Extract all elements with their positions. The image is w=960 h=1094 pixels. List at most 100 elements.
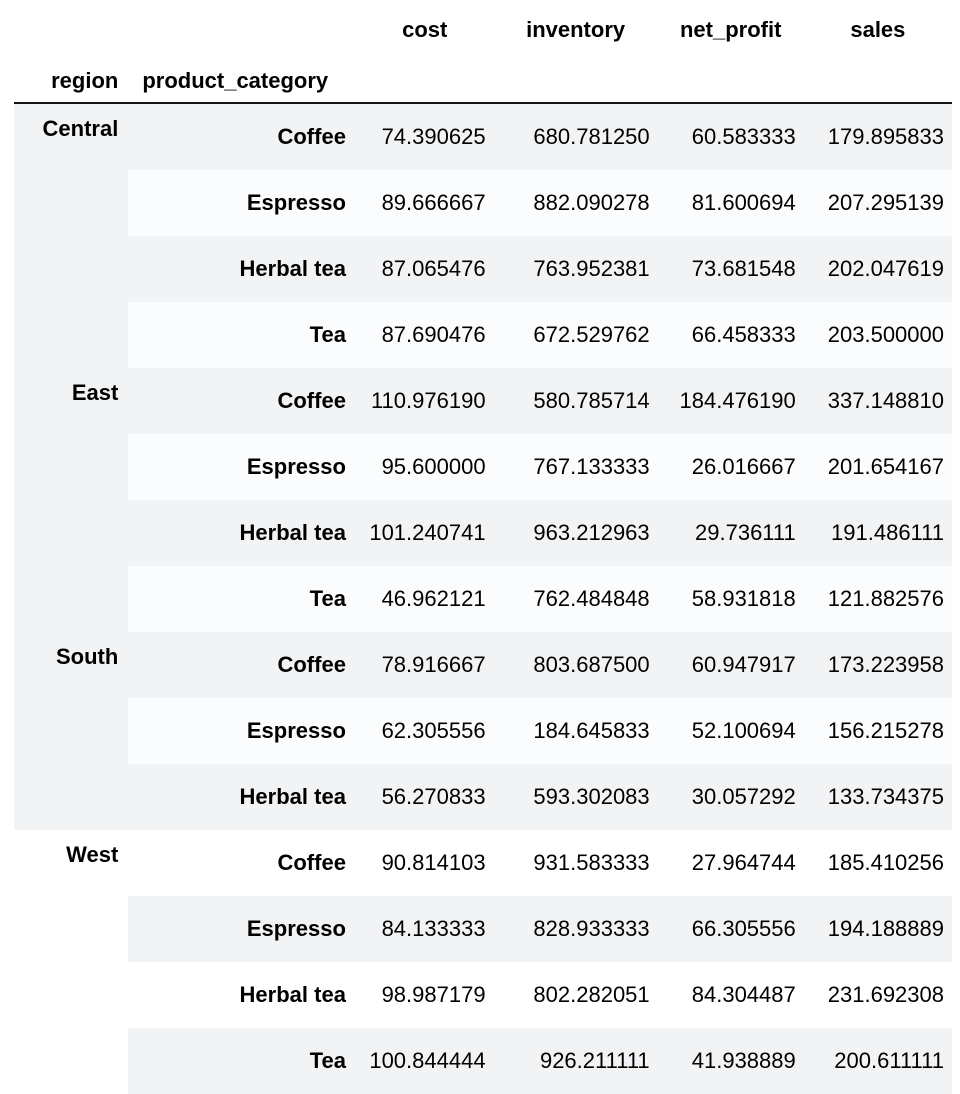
row-index-region: [14, 170, 129, 236]
header-corner-region: [14, 0, 129, 60]
index-header-spacer-sales: [803, 60, 952, 104]
cell-sales: 200.611111: [803, 1028, 952, 1094]
cell-net-profit: 30.057292: [657, 764, 804, 830]
cell-net-profit: 184.476190: [657, 368, 804, 434]
cell-inventory: 828.933333: [493, 896, 658, 962]
cell-net-profit: 60.947917: [657, 632, 804, 698]
cell-net-profit: 52.100694: [657, 698, 804, 764]
cell-inventory: 580.785714: [493, 368, 658, 434]
cell-net-profit: 73.681548: [657, 236, 804, 302]
cell-inventory: 672.529762: [493, 302, 658, 368]
table-row: West Coffee 90.814103 931.583333 27.964744 18…: [14, 830, 952, 896]
cell-cost: 84.133333: [355, 896, 494, 962]
cell-inventory: 762.484848: [493, 566, 658, 632]
cell-inventory: 184.645833: [493, 698, 658, 764]
cell-sales: 194.188889: [803, 896, 952, 962]
cell-net-profit: 29.736111: [657, 500, 804, 566]
table-row: Herbal tea 101.240741 963.212963 29.736111 1…: [14, 500, 952, 566]
column-header-inventory[interactable]: inventory: [493, 0, 658, 60]
cell-net-profit: 27.964744: [657, 830, 804, 896]
cell-cost: 101.240741: [355, 500, 494, 566]
cell-sales: 121.882576: [803, 566, 952, 632]
cell-sales: 179.895833: [803, 103, 952, 170]
cell-net-profit: 66.305556: [657, 896, 804, 962]
cell-net-profit: 81.600694: [657, 170, 804, 236]
row-index-region: [14, 764, 129, 830]
row-index-region: [14, 698, 129, 764]
cell-sales: 203.500000: [803, 302, 952, 368]
cell-net-profit: 84.304487: [657, 962, 804, 1028]
cell-cost: 87.065476: [355, 236, 494, 302]
row-index-product-category: Herbal tea: [128, 236, 356, 302]
cell-cost: 95.600000: [355, 434, 494, 500]
cell-cost: 90.814103: [355, 830, 494, 896]
row-index-product-category: Espresso: [128, 170, 356, 236]
cell-cost: 62.305556: [355, 698, 494, 764]
column-header-sales[interactable]: sales: [803, 0, 952, 60]
row-index-region: [14, 236, 129, 302]
cell-net-profit: 41.938889: [657, 1028, 804, 1094]
cell-cost: 46.962121: [355, 566, 494, 632]
index-header-spacer-cost: [355, 60, 494, 104]
row-index-region: [14, 434, 129, 500]
row-index-product-category: Espresso: [128, 698, 356, 764]
row-index-region: [14, 962, 129, 1028]
row-index-product-category: Coffee: [128, 103, 356, 170]
index-header-spacer-inventory: [493, 60, 658, 104]
cell-cost: 89.666667: [355, 170, 494, 236]
row-index-product-category: Coffee: [128, 830, 356, 896]
row-index-product-category: Coffee: [128, 368, 356, 434]
cell-inventory: 803.687500: [493, 632, 658, 698]
table-row: Espresso 95.600000 767.133333 26.016667 201.…: [14, 434, 952, 500]
cell-sales: 207.295139: [803, 170, 952, 236]
header-row-measures: cost inventory net_profit sales: [14, 0, 952, 60]
cell-cost: 98.987179: [355, 962, 494, 1028]
row-index-product-category: Herbal tea: [128, 500, 356, 566]
cell-net-profit: 60.583333: [657, 103, 804, 170]
cell-inventory: 802.282051: [493, 962, 658, 1028]
table-row: Tea 87.690476 672.529762 66.458333 203.50000…: [14, 302, 952, 368]
table-row: Espresso 84.133333 828.933333 66.305556 194.…: [14, 896, 952, 962]
table-row: Espresso 89.666667 882.090278 81.600694 207.…: [14, 170, 952, 236]
row-index-region: South: [14, 632, 129, 698]
header-corner-product-category: [128, 0, 356, 60]
row-index-region: [14, 566, 129, 632]
cell-cost: 100.844444: [355, 1028, 494, 1094]
row-index-product-category: Tea: [128, 566, 356, 632]
column-header-cost[interactable]: cost: [355, 0, 494, 60]
cell-inventory: 767.133333: [493, 434, 658, 500]
row-index-product-category: Coffee: [128, 632, 356, 698]
column-header-net-profit[interactable]: net_profit: [657, 0, 804, 60]
cell-sales: 202.047619: [803, 236, 952, 302]
cell-inventory: 926.211111: [493, 1028, 658, 1094]
cell-sales: 191.486111: [803, 500, 952, 566]
row-index-region: [14, 302, 129, 368]
dataframe-container: cost inventory net_profit sales region p…: [0, 0, 960, 1094]
cell-cost: 74.390625: [355, 103, 494, 170]
cell-inventory: 763.952381: [493, 236, 658, 302]
cell-inventory: 882.090278: [493, 170, 658, 236]
cell-net-profit: 26.016667: [657, 434, 804, 500]
cell-net-profit: 58.931818: [657, 566, 804, 632]
row-index-product-category: Tea: [128, 1028, 356, 1094]
table-row: Tea 100.844444 926.211111 41.938889 200.6111…: [14, 1028, 952, 1094]
row-index-product-category: Espresso: [128, 896, 356, 962]
row-index-region: [14, 500, 129, 566]
row-index-product-category: Tea: [128, 302, 356, 368]
cell-inventory: 680.781250: [493, 103, 658, 170]
row-index-region: [14, 1028, 129, 1094]
index-name-region: region: [14, 60, 129, 104]
cell-inventory: 931.583333: [493, 830, 658, 896]
table-body: Central Coffee 74.390625 680.781250 60.58333…: [14, 103, 952, 1094]
row-index-region: Central: [14, 103, 129, 170]
cell-sales: 133.734375: [803, 764, 952, 830]
table-row: Tea 46.962121 762.484848 58.931818 121.88257…: [14, 566, 952, 632]
cell-sales: 173.223958: [803, 632, 952, 698]
row-index-region: West: [14, 830, 129, 896]
index-name-product-category: product_category: [128, 60, 356, 104]
cell-sales: 231.692308: [803, 962, 952, 1028]
row-index-product-category: Herbal tea: [128, 764, 356, 830]
row-index-region: East: [14, 368, 129, 434]
cell-cost: 56.270833: [355, 764, 494, 830]
row-index-product-category: Herbal tea: [128, 962, 356, 1028]
